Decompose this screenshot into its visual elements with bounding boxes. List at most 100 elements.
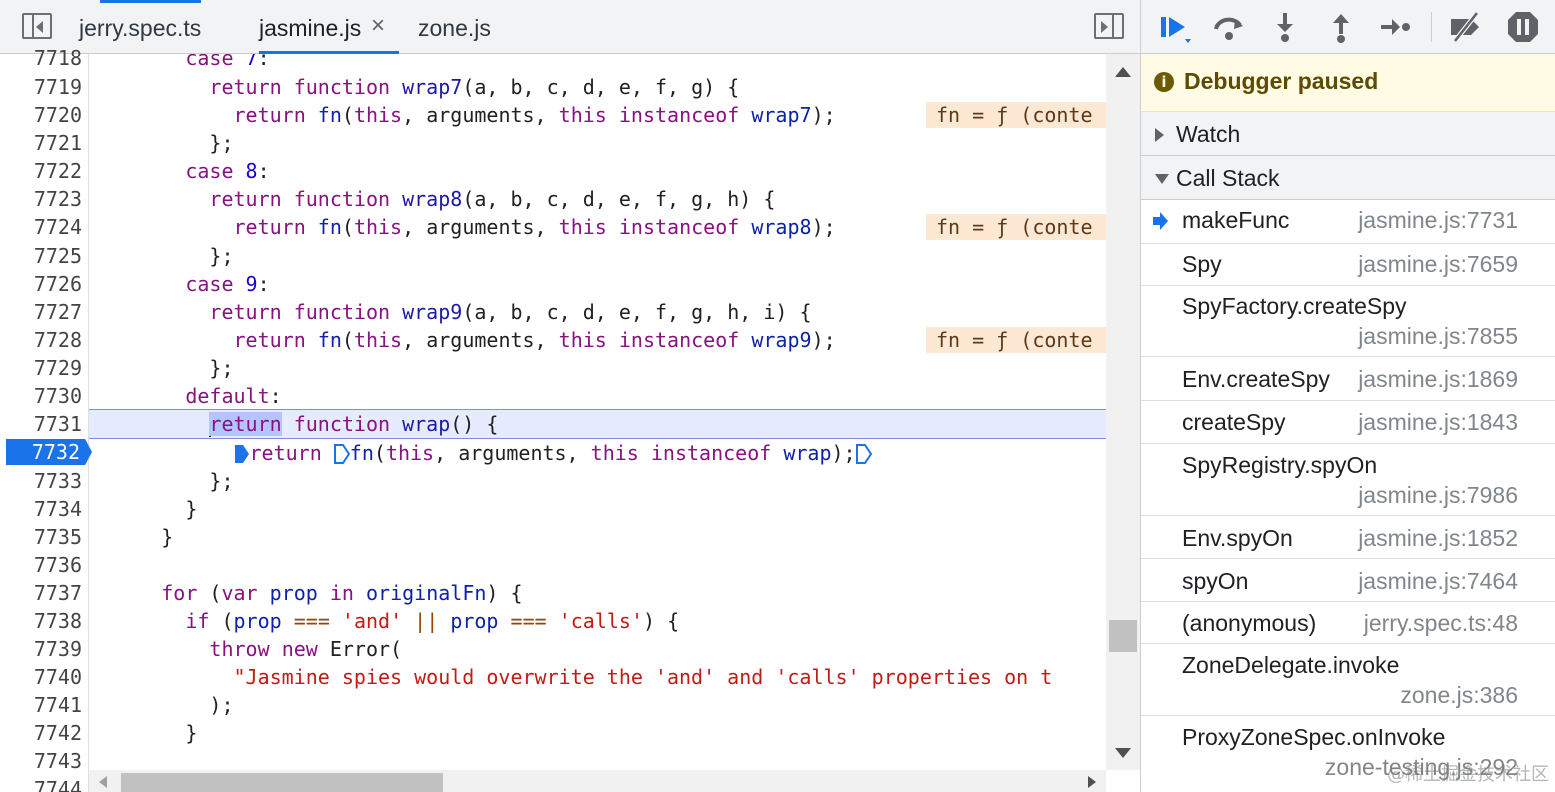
tab-zone[interactable]: zone.js bbox=[418, 0, 491, 54]
inline-value-preview[interactable]: fn = ƒ (conte bbox=[926, 214, 1106, 240]
code-editor[interactable]: case 7: return function wrap7(a, b, c, d… bbox=[89, 54, 1106, 770]
editor-pane: jerry.spec.ts jasmine.js × zone.js 7718 … bbox=[0, 0, 1140, 792]
line-number: 7728 bbox=[33, 328, 82, 352]
code-line: } bbox=[89, 721, 198, 745]
toggle-navigator-icon[interactable] bbox=[22, 13, 52, 39]
step-out-icon[interactable] bbox=[1323, 9, 1359, 45]
info-icon: i bbox=[1154, 72, 1174, 92]
line-number: 7742 bbox=[33, 721, 82, 745]
code-line: }; bbox=[89, 131, 234, 155]
line-number-gutter[interactable]: 7718 7719 7720 7721 7722 7723 7724 7725 … bbox=[6, 46, 92, 792]
scroll-right-icon[interactable] bbox=[1088, 776, 1096, 788]
inline-value-preview[interactable]: fn = ƒ (conte bbox=[926, 102, 1106, 128]
frame-location-link[interactable]: jasmine.js:1869 bbox=[1358, 366, 1518, 393]
call-frame[interactable]: Spy jasmine.js:7659 bbox=[1141, 244, 1555, 286]
call-frame[interactable]: Env.spyOn jasmine.js:1852 bbox=[1141, 516, 1555, 559]
line-number: 7721 bbox=[33, 131, 82, 155]
code-line: }; bbox=[89, 356, 234, 380]
frame-function-name: Env.spyOn bbox=[1182, 525, 1293, 551]
line-number: 7727 bbox=[33, 300, 82, 324]
line-number: 7725 bbox=[33, 244, 82, 268]
vertical-scrollbar[interactable] bbox=[1106, 54, 1140, 770]
code-line: } bbox=[89, 525, 174, 549]
line-number: 7736 bbox=[33, 553, 82, 577]
frame-location-link[interactable]: jasmine.js:7659 bbox=[1358, 251, 1518, 278]
collapse-triangle-icon bbox=[1155, 174, 1169, 184]
scroll-up-icon[interactable] bbox=[1115, 67, 1131, 77]
frame-function-name: ZoneDelegate.invoke bbox=[1182, 652, 1400, 678]
call-frame[interactable]: ZoneDelegate.invoke zone.js:386 bbox=[1141, 644, 1555, 716]
scroll-thumb[interactable] bbox=[121, 773, 443, 792]
expand-triangle-icon bbox=[1155, 128, 1164, 142]
frame-location-link[interactable]: jasmine.js:1852 bbox=[1358, 525, 1518, 552]
close-tab-icon[interactable]: × bbox=[371, 12, 385, 40]
inline-value-preview[interactable]: fn = ƒ (conte bbox=[926, 327, 1106, 353]
scroll-down-icon[interactable] bbox=[1115, 748, 1131, 758]
call-frame[interactable]: makeFunc jasmine.js:7731 bbox=[1141, 200, 1555, 244]
call-frame[interactable]: createSpy jasmine.js:1843 bbox=[1141, 401, 1555, 444]
code-line: } bbox=[89, 497, 198, 521]
line-number: 7744 bbox=[33, 777, 82, 792]
frame-location-link[interactable]: jasmine.js:1843 bbox=[1358, 409, 1518, 436]
frame-location-link[interactable]: jasmine.js:7731 bbox=[1358, 207, 1518, 234]
code-line: return function wrap7(a, b, c, d, e, f, … bbox=[209, 75, 740, 99]
tab-jerry-spec[interactable]: jerry.spec.ts bbox=[79, 0, 201, 54]
resume-icon[interactable] bbox=[1155, 9, 1191, 45]
line-number: 7718 bbox=[33, 46, 82, 70]
line-number: 7734 bbox=[33, 497, 82, 521]
paused-message: Debugger paused bbox=[1184, 68, 1379, 94]
step-icon[interactable] bbox=[1377, 9, 1413, 45]
code-line: if (prop === 'and' || prop === 'calls') … bbox=[185, 609, 680, 633]
code-line: case 7: bbox=[89, 54, 270, 70]
line-number: 7719 bbox=[33, 75, 82, 99]
frame-function-name: SpyFactory.createSpy bbox=[1182, 293, 1407, 319]
call-stack-section-header[interactable]: Call Stack bbox=[1141, 156, 1555, 200]
toggle-debugger-sidebar-icon[interactable] bbox=[1094, 13, 1124, 39]
continue-to-location-icon[interactable] bbox=[333, 443, 350, 464]
call-frame[interactable]: SpyFactory.createSpy jasmine.js:7855 bbox=[1141, 286, 1555, 357]
debugger-paused-banner: i Debugger paused bbox=[1141, 54, 1555, 112]
tab-label: jasmine.js bbox=[259, 15, 362, 41]
tab-label: zone.js bbox=[418, 15, 491, 41]
line-number: 7740 bbox=[33, 665, 82, 689]
step-into-icon[interactable] bbox=[1267, 9, 1303, 45]
continue-to-location-icon[interactable] bbox=[234, 444, 250, 464]
frame-function-name: Env.createSpy bbox=[1182, 366, 1330, 392]
frame-function-name: createSpy bbox=[1182, 409, 1286, 435]
frame-location-link[interactable]: jasmine.js:7464 bbox=[1358, 568, 1518, 595]
code-line-breakpoint: return fn(this, arguments, this instance… bbox=[89, 439, 1106, 467]
line-number: 7735 bbox=[33, 525, 82, 549]
pause-on-exceptions-icon[interactable] bbox=[1505, 9, 1541, 45]
frame-function-name: makeFunc bbox=[1182, 207, 1290, 233]
line-number: 7731 bbox=[33, 412, 82, 436]
call-frame[interactable]: Env.createSpy jasmine.js:1869 bbox=[1141, 357, 1555, 401]
code-line: ); bbox=[89, 693, 234, 717]
section-label: Call Stack bbox=[1176, 165, 1280, 191]
debugger-toolbar bbox=[1141, 0, 1555, 54]
call-frame[interactable]: (anonymous) jerry.spec.ts:48 bbox=[1141, 602, 1555, 644]
step-over-icon[interactable] bbox=[1211, 9, 1247, 45]
line-number: 7722 bbox=[33, 159, 82, 183]
frame-location-link[interactable]: jasmine.js:7986 bbox=[1358, 482, 1518, 509]
horizontal-scrollbar[interactable] bbox=[89, 770, 1106, 792]
breakpoint-line-marker[interactable]: 7732 bbox=[6, 439, 92, 465]
code-line: case 8: bbox=[89, 159, 270, 183]
scroll-left-icon[interactable] bbox=[99, 776, 107, 788]
call-frame[interactable]: SpyRegistry.spyOn jasmine.js:7986 bbox=[1141, 444, 1555, 516]
deactivate-breakpoints-icon[interactable] bbox=[1447, 9, 1483, 45]
line-number: 7743 bbox=[33, 749, 82, 773]
frame-location-link[interactable]: zone.js:386 bbox=[1400, 682, 1518, 709]
frame-location-link[interactable]: jerry.spec.ts:48 bbox=[1364, 610, 1518, 637]
call-frame[interactable]: spyOn jasmine.js:7464 bbox=[1141, 559, 1555, 602]
code-line: "Jasmine spies would overwrite the 'and'… bbox=[233, 665, 1053, 689]
line-number: 7726 bbox=[33, 272, 82, 296]
frame-location-link[interactable]: jasmine.js:7855 bbox=[1358, 323, 1518, 350]
toolbar-separator bbox=[1431, 12, 1432, 42]
frame-function-name: spyOn bbox=[1182, 568, 1249, 594]
scroll-thumb[interactable] bbox=[1109, 620, 1137, 652]
watch-section-header[interactable]: Watch bbox=[1141, 112, 1555, 156]
line-number: 7723 bbox=[33, 187, 82, 211]
continue-to-location-icon[interactable] bbox=[855, 443, 872, 464]
line-number: 7739 bbox=[33, 637, 82, 661]
tab-label: jerry.spec.ts bbox=[79, 15, 202, 41]
